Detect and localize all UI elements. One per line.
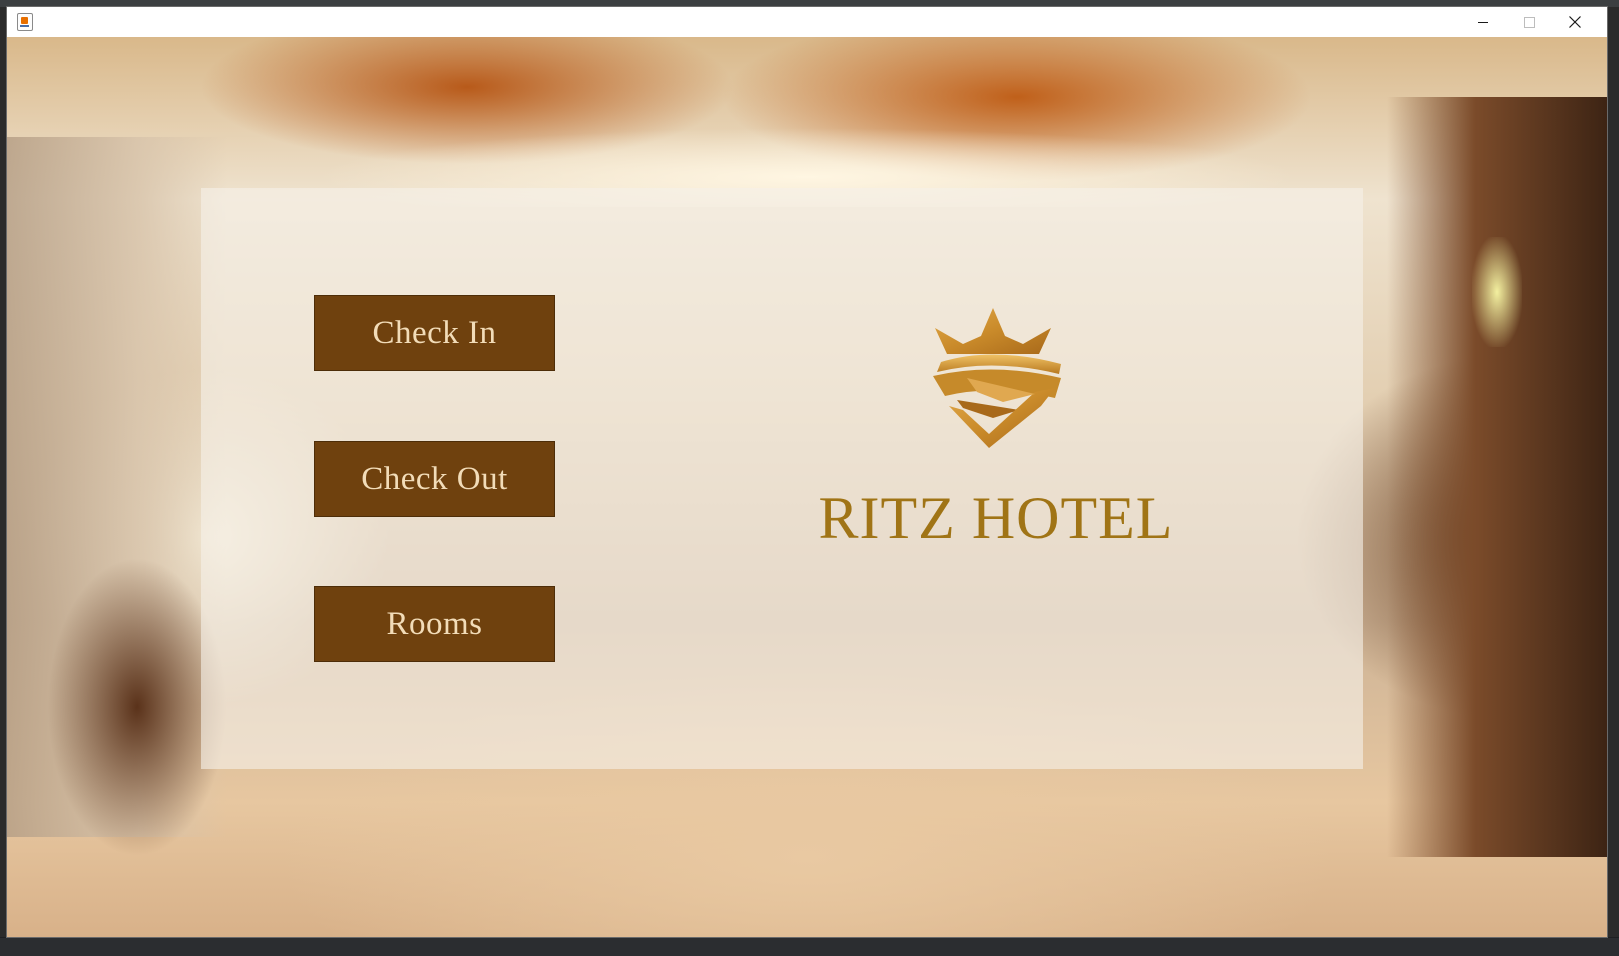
maximize-button[interactable] xyxy=(1506,7,1552,37)
background-ide-toolbar xyxy=(0,0,1619,7)
background-ide-left-edge xyxy=(0,7,7,937)
ceiling-glow xyxy=(107,67,1507,207)
lobby-background: Check In Check Out Rooms RITZ HOTEL xyxy=(7,37,1607,937)
right-wall-blur xyxy=(1387,97,1607,857)
java-app-icon xyxy=(17,13,33,31)
app-window: Check In Check Out Rooms RITZ HOTEL xyxy=(7,7,1607,937)
close-icon xyxy=(1569,16,1581,28)
minimize-icon xyxy=(1478,22,1488,23)
minimize-button[interactable] xyxy=(1460,7,1506,37)
title-bar[interactable] xyxy=(7,7,1607,37)
background-ide-right-edge xyxy=(1607,7,1619,937)
background-ide-statusbar xyxy=(0,937,1619,956)
check-out-button[interactable]: Check Out xyxy=(314,441,555,517)
right-lamp-blur xyxy=(1472,237,1522,347)
close-button[interactable] xyxy=(1552,7,1598,37)
maximize-icon xyxy=(1523,16,1535,28)
hotel-name-title: RITZ HOTEL xyxy=(818,485,1174,551)
crown-shield-logo-icon xyxy=(933,308,1061,448)
check-in-button[interactable]: Check In xyxy=(314,295,555,371)
rooms-button[interactable]: Rooms xyxy=(314,586,555,662)
main-menu-panel: Check In Check Out Rooms RITZ HOTEL xyxy=(201,188,1363,769)
left-furniture-blur xyxy=(47,557,227,857)
